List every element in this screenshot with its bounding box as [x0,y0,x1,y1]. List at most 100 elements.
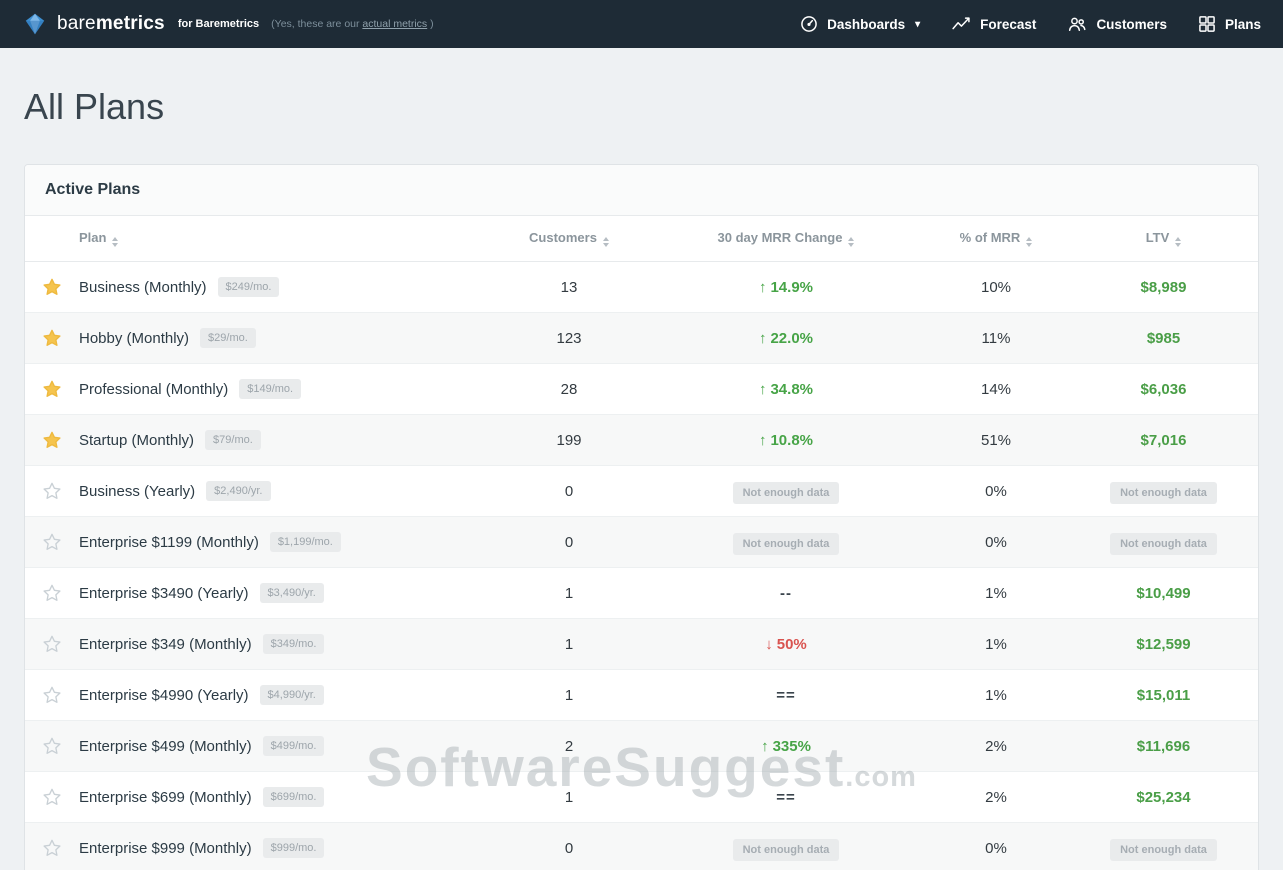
mrr-percent: 11% [923,330,1069,347]
mrr-change-cell: ↑10.8% [649,432,923,449]
top-navbar: baremetrics for Baremetrics (Yes, these … [0,0,1283,48]
mrr-change-value: 335% [773,738,811,755]
mrr-change-cell: -- [649,585,923,602]
table-row: Enterprise $3490 (Yearly) $3,490/yr. 1 -… [25,568,1258,619]
ltv-cell: $10,499 [1069,585,1258,602]
nav-item-label: Dashboards [827,17,905,32]
plan-price-badge: $249/mo. [218,277,280,297]
brand[interactable]: baremetrics for Baremetrics (Yes, these … [22,11,434,37]
ltv-cell: $7,016 [1069,432,1258,449]
dashboards-icon [799,14,819,34]
column-header-pct-of-mrr[interactable]: % of MRR [923,230,1069,247]
column-header-plan[interactable]: Plan [79,230,489,247]
plan-name[interactable]: Professional (Monthly) [79,381,228,398]
plan-name[interactable]: Enterprise $999 (Monthly) [79,840,252,857]
ltv-cell: $12,599 [1069,636,1258,653]
favorite-star-icon[interactable] [42,634,62,654]
customers-count: 199 [489,432,649,449]
favorite-star-icon[interactable] [42,736,62,756]
plan-name[interactable]: Enterprise $699 (Monthly) [79,789,252,806]
favorite-star-icon[interactable] [42,685,62,705]
customers-count: 1 [489,687,649,704]
column-header-customers[interactable]: Customers [489,230,649,247]
brand-note: (Yes, these are our actual metrics ) [271,18,433,30]
mrr-percent: 1% [923,687,1069,704]
brand-wordmark: baremetrics [57,13,165,35]
page-title: All Plans [24,86,1259,128]
plan-price-badge: $2,490/yr. [206,481,270,501]
customers-count: 0 [489,483,649,500]
table-row: Enterprise $699 (Monthly) $699/mo. 1 == … [25,772,1258,823]
mrr-percent: 1% [923,636,1069,653]
favorite-star-icon[interactable] [42,481,62,501]
favorite-star-icon[interactable] [42,277,62,297]
plan-name[interactable]: Business (Monthly) [79,279,207,296]
mrr-change-value: 14.9% [770,279,813,296]
main-content: All Plans Active Plans Plan Customers 30… [0,86,1283,870]
favorite-star-icon[interactable] [42,379,62,399]
not-enough-data-badge: Not enough data [1110,839,1217,861]
column-header-ltv[interactable]: LTV [1069,230,1258,247]
mrr-percent: 0% [923,534,1069,551]
plan-name[interactable]: Enterprise $3490 (Yearly) [79,585,249,602]
plan-name[interactable]: Hobby (Monthly) [79,330,189,347]
customers-count: 13 [489,279,649,296]
favorite-star-icon[interactable] [42,430,62,450]
ltv-cell: $25,234 [1069,789,1258,806]
brand-for-label: for Baremetrics [178,18,259,30]
not-enough-data-badge: Not enough data [733,533,840,555]
plan-price-badge: $349/mo. [263,634,325,654]
sort-icon [112,237,118,247]
ltv-value: $11,696 [1137,738,1190,755]
ltv-cell: $15,011 [1069,687,1258,704]
column-header-mrr-change[interactable]: 30 day MRR Change [649,230,923,247]
table-row: Hobby (Monthly) $29/mo. 123 ↑22.0% 11% $… [25,313,1258,364]
favorite-star-icon[interactable] [42,838,62,858]
plan-name[interactable]: Business (Yearly) [79,483,195,500]
sort-icon [848,237,854,247]
ltv-value: $25,234 [1136,789,1190,806]
table-row: Business (Monthly) $249/mo. 13 ↑14.9% 10… [25,262,1258,313]
nav-item-plans[interactable]: Plans [1197,14,1261,34]
plan-price-badge: $499/mo. [263,736,325,756]
mrr-change-cell: Not enough data [649,840,923,857]
nav-item-forecast[interactable]: Forecast [950,14,1036,34]
ltv-value: $985 [1147,330,1180,347]
table-row: Professional (Monthly) $149/mo. 28 ↑34.8… [25,364,1258,415]
ltv-cell: Not enough data [1069,840,1258,857]
favorite-star-icon[interactable] [42,583,62,603]
plan-name[interactable]: Enterprise $499 (Monthly) [79,738,252,755]
plan-name[interactable]: Enterprise $1199 (Monthly) [79,534,259,551]
mrr-change-value: 50% [777,636,807,653]
plan-name[interactable]: Enterprise $4990 (Yearly) [79,687,249,704]
plan-price-badge: $79/mo. [205,430,261,450]
nav-item-label: Customers [1096,17,1167,32]
actual-metrics-link[interactable]: actual metrics [362,18,427,30]
not-enough-data-badge: Not enough data [1110,482,1217,504]
ltv-cell: Not enough data [1069,483,1258,500]
nav-item-label: Forecast [980,17,1036,32]
table-row: Business (Yearly) $2,490/yr. 0 Not enoug… [25,466,1258,517]
ltv-value: $8,989 [1141,279,1187,296]
plan-name[interactable]: Enterprise $349 (Monthly) [79,636,252,653]
plan-price-badge: $29/mo. [200,328,256,348]
favorite-star-icon[interactable] [42,787,62,807]
plans-icon [1197,14,1217,34]
favorite-star-icon[interactable] [42,532,62,552]
ltv-cell: $985 [1069,330,1258,347]
mrr-change-cell: ↓50% [649,636,923,653]
nav-item-customers[interactable]: Customers [1066,14,1167,34]
arrow-up-icon: ↑ [759,432,767,449]
ltv-cell: $11,696 [1069,738,1258,755]
column-header-label: Plan [79,230,106,245]
plan-name[interactable]: Startup (Monthly) [79,432,194,449]
customers-count: 0 [489,840,649,857]
nav-item-dashboards[interactable]: Dashboards ▾ [799,14,920,34]
mrr-change-value: == [776,687,796,704]
ltv-value: $12,599 [1136,636,1190,653]
favorite-star-icon[interactable] [42,328,62,348]
mrr-percent: 10% [923,279,1069,296]
plan-price-badge: $3,490/yr. [260,583,324,603]
mrr-change-value: 34.8% [770,381,813,398]
chevron-down-icon: ▾ [915,19,920,30]
